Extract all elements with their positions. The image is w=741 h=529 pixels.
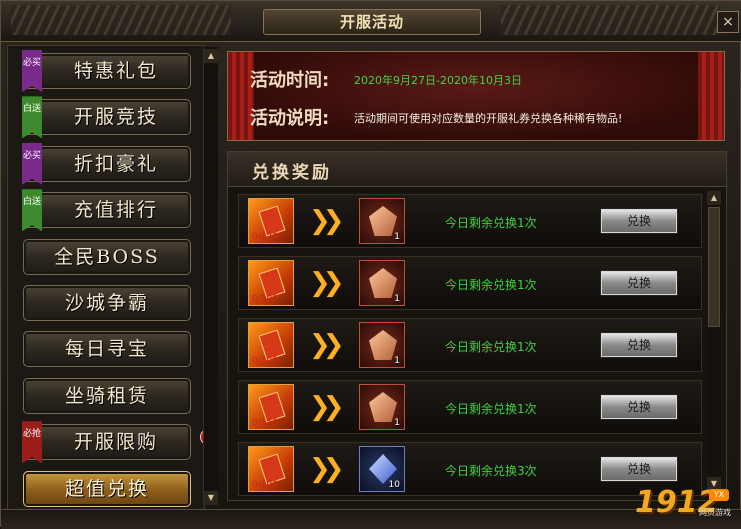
voucher-cost: 0/1200 — [252, 232, 284, 242]
voucher-icon[interactable]: 0/1200 — [248, 198, 294, 244]
bottom-ornament — [1, 509, 741, 529]
exchange-row: 0/500 ❯❯ 1 今日剩余兑换1次 兑换 — [238, 256, 702, 310]
logo-badge: YX — [709, 489, 729, 501]
event-desc-value: 活动期间可使用对应数量的开服礼券兑换各种稀有物品! — [354, 112, 623, 125]
menu-item-label: 折扣豪礼 — [73, 152, 158, 175]
menu-item[interactable]: 坐骑租赁 — [23, 377, 191, 414]
menu-item-label: 沙城争霸 — [64, 292, 149, 314]
menu-item-label: 每日寻宝 — [64, 338, 149, 361]
menu-item[interactable]: 超值兑换 — [23, 470, 191, 507]
menu-item-tag: 白送 — [22, 189, 42, 232]
voucher-cost: 0/500 — [252, 294, 278, 304]
double-arrow-icon: ❯❯ — [309, 206, 344, 236]
menu-item-label: 开服竞技 — [73, 106, 158, 129]
menu-item[interactable]: 全民BOSS — [23, 238, 191, 275]
menu-item-label: 开服限购 — [73, 431, 158, 454]
event-time-value: 2020年9月27日-2020年10月3日 — [354, 74, 522, 87]
title-ornament-left — [11, 5, 231, 35]
close-button[interactable]: × — [717, 11, 739, 33]
curtain-right — [698, 52, 724, 140]
reward-image — [369, 392, 397, 422]
reward-quantity: 1 — [394, 418, 400, 428]
double-arrow-icon: ❯❯ — [309, 454, 344, 484]
menu-item-label: 超值兑换 — [64, 477, 149, 500]
remaining-exchanges: 今日剩余兑换1次 — [445, 402, 537, 416]
voucher-icon[interactable]: 0/300 — [248, 322, 294, 368]
voucher-cost: 0/300 — [252, 356, 278, 366]
menu-item[interactable]: 白送 充值排行 — [22, 189, 191, 232]
logo-site: 网页游戏 — [699, 508, 731, 517]
exchange-button[interactable]: 兑换 — [601, 333, 677, 357]
mount-icon[interactable]: 1 — [359, 260, 405, 306]
exchange-panel: 兑换奖励 0/1200 ❯❯ 1 今日剩余兑换1次 兑换 0/500 ❯❯ 1 今日剩余兑换1次… — [227, 151, 727, 501]
menu-item-label: 特惠礼包 — [73, 60, 158, 82]
voucher-icon[interactable]: 0/150 — [248, 384, 294, 430]
reward-quantity: 1 — [394, 294, 400, 304]
exchange-scrollbar[interactable]: ▲ ▼ — [707, 191, 721, 491]
exchange-title: 兑换奖励 — [252, 163, 332, 183]
mount-icon[interactable]: 1 — [359, 198, 405, 244]
exchange-button[interactable]: 兑换 — [601, 209, 677, 233]
menu-item[interactable]: 必抢 开服限购 — [22, 421, 216, 464]
crystal-icon[interactable]: 10 — [359, 446, 405, 492]
double-arrow-icon: ❯❯ — [309, 330, 344, 360]
menu-item-tag: 白送 — [22, 96, 42, 139]
remaining-exchanges: 今日剩余兑换1次 — [445, 340, 537, 354]
mount-icon[interactable]: 1 — [359, 384, 405, 430]
menu-item-tag: 必抢 — [22, 421, 42, 464]
menu-item-label: 全民BOSS — [54, 245, 160, 268]
menu-item-tag: 必买 — [22, 50, 42, 92]
menu-item[interactable]: 每日寻宝 — [23, 331, 191, 368]
exchange-scroll-thumb[interactable] — [708, 207, 720, 327]
exchange-button[interactable]: 兑换 — [601, 271, 677, 295]
voucher-icon[interactable]: 0/100 — [248, 446, 294, 492]
game-window: 开服活动 × 必买 特惠礼包 白送 开服竞技 必买 折扣豪礼 白送 充值排行 全民BOSS 沙城争… — [0, 0, 741, 529]
mount-icon[interactable]: 1 — [359, 322, 405, 368]
exchange-header: 兑换奖励 — [228, 152, 726, 187]
remaining-exchanges: 今日剩余兑换3次 — [445, 464, 537, 478]
remaining-exchanges: 今日剩余兑换1次 — [445, 278, 537, 292]
menu-scroll-down-icon[interactable]: ▼ — [204, 491, 218, 505]
voucher-cost: 0/100 — [252, 480, 278, 490]
remaining-exchanges: 今日剩余兑换1次 — [445, 216, 537, 230]
reward-quantity: 10 — [388, 480, 400, 490]
reward-image — [369, 206, 397, 236]
menu-item[interactable]: 白送 开服竞技 — [22, 96, 191, 139]
menu-scroll-up-icon[interactable]: ▲ — [204, 49, 218, 63]
event-desc-label: 活动说明: — [250, 108, 330, 129]
reward-image — [369, 330, 397, 360]
exchange-scroll-up-icon[interactable]: ▲ — [707, 191, 721, 205]
double-arrow-icon: ❯❯ — [309, 392, 344, 422]
voucher-icon[interactable]: 0/500 — [248, 260, 294, 306]
title-ornament-right — [501, 5, 721, 35]
double-arrow-icon: ❯❯ — [309, 268, 344, 298]
exchange-row: 0/100 ❯❯ 10 今日剩余兑换3次 兑换 — [238, 442, 702, 496]
reward-quantity: 1 — [394, 356, 400, 366]
event-time-label: 活动时间: — [250, 70, 330, 91]
exchange-row: 0/300 ❯❯ 1 今日剩余兑换1次 兑换 — [238, 318, 702, 372]
site-logo: 1912 YX 网页游戏 — [635, 485, 735, 521]
window-title: 开服活动 — [263, 9, 481, 35]
menu-item-label: 坐骑租赁 — [64, 384, 149, 407]
voucher-cost: 0/150 — [252, 418, 278, 428]
exchange-button[interactable]: 兑换 — [601, 395, 677, 419]
menu-scrollbar[interactable]: ▲ ▼ — [203, 47, 218, 505]
menu-item-label: 充值排行 — [73, 199, 158, 222]
title-bar: 开服活动 × — [1, 1, 741, 42]
exchange-row: 0/1200 ❯❯ 1 今日剩余兑换1次 兑换 — [238, 194, 702, 248]
menu-item-tag: 必买 — [22, 142, 42, 185]
exchange-row: 0/150 ❯❯ 1 今日剩余兑换1次 兑换 — [238, 380, 702, 434]
event-banner: 活动时间: 2020年9月27日-2020年10月3日 活动说明: 活动期间可使… — [227, 51, 725, 141]
menu-item[interactable]: 必买 特惠礼包 — [22, 50, 191, 92]
menu-item[interactable]: 沙城争霸 — [23, 285, 191, 321]
exchange-button[interactable]: 兑换 — [601, 457, 677, 481]
menu-item[interactable]: 必买 折扣豪礼 — [22, 142, 191, 185]
reward-quantity: 1 — [394, 232, 400, 242]
reward-image — [369, 268, 397, 298]
